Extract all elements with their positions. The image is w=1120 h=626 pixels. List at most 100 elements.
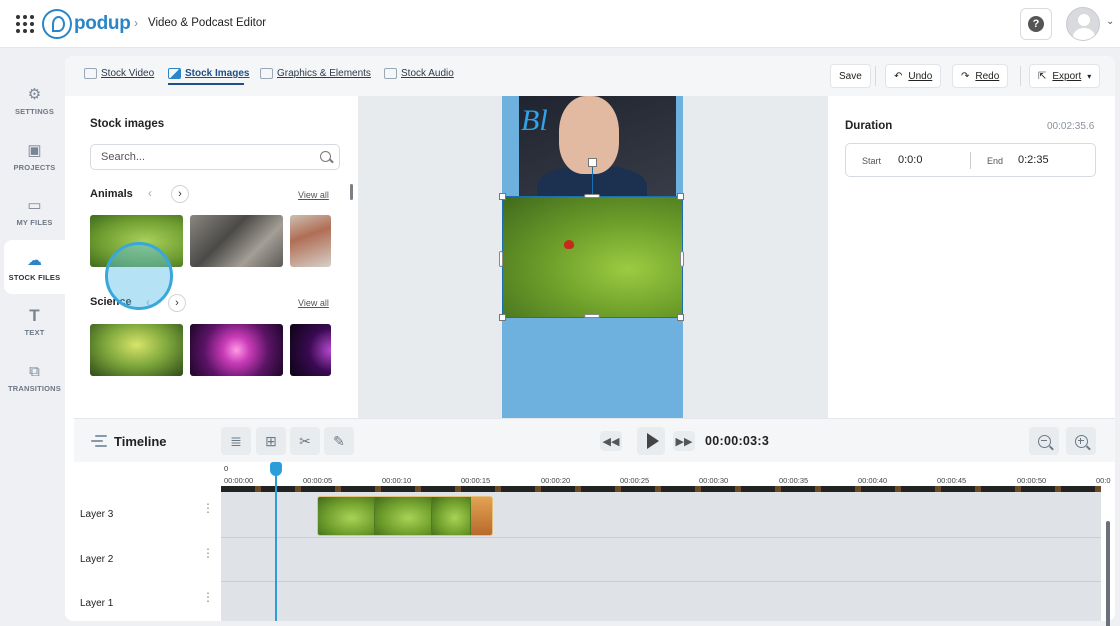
- account-menu[interactable]: ⌄: [1062, 4, 1120, 44]
- timeline-toolbar: Timeline ≣ ⊞ ✂ ✎ ◀◀ ▶▶ 00:00:03:3: [74, 418, 1115, 462]
- zoom-in-icon: [1074, 434, 1088, 448]
- redo-button[interactable]: ↷ Redo: [952, 64, 1009, 88]
- chevron-right-icon[interactable]: ›: [171, 185, 189, 203]
- ruler-tick-label: 00:00:15: [461, 476, 491, 485]
- layers-icon[interactable]: ≣: [221, 427, 251, 455]
- sidebar-item-stock-files[interactable]: ☁ STOCK FILES: [4, 240, 65, 294]
- undo-icon: ↶: [894, 70, 903, 82]
- split-icon[interactable]: ⊞: [256, 427, 286, 455]
- resize-handle-ne[interactable]: [677, 193, 684, 200]
- sidebar-item-my-files[interactable]: ▭ MY FILES: [4, 185, 65, 239]
- resize-handle-right[interactable]: [680, 251, 684, 267]
- undo-button[interactable]: ↶ Undo: [885, 64, 942, 88]
- timeline-scrollbar[interactable]: [1106, 521, 1110, 626]
- fast-forward-button[interactable]: ▶▶: [673, 431, 695, 451]
- animal-thumbnail[interactable]: [290, 215, 331, 267]
- help-button[interactable]: ?: [1020, 8, 1052, 40]
- rewind-button[interactable]: ◀◀: [600, 431, 622, 451]
- scissors-icon[interactable]: ✂: [290, 427, 320, 455]
- timeline-ruler[interactable]: 0 00:00:00 00:00:05 00:00:10 00:00:15 00…: [221, 462, 1115, 492]
- layer-row[interactable]: Layer 2 ⋮: [74, 537, 221, 581]
- tab-stock-video[interactable]: Stock Video: [84, 68, 154, 79]
- editor-workspace: Stock Video Stock Images Graphics & Elem…: [65, 56, 1115, 626]
- export-icon: ⇱: [1038, 70, 1047, 82]
- sidebar-item-transitions[interactable]: ⧉ TRANSITIONS: [4, 351, 65, 405]
- sidebar-item-projects[interactable]: ▣ PROJECTS: [4, 130, 65, 184]
- science-thumbnail[interactable]: [190, 324, 283, 376]
- end-time-field[interactable]: 0:2:35: [1018, 154, 1049, 166]
- podup-logo[interactable]: podup: [42, 9, 131, 39]
- resize-handle-sw[interactable]: [499, 314, 506, 321]
- chevron-down-icon: ⌄: [1106, 16, 1115, 27]
- layer-row[interactable]: Layer 1 ⋮: [74, 581, 221, 625]
- playhead-handle[interactable]: [270, 462, 282, 476]
- save-button[interactable]: Save: [830, 64, 871, 88]
- tab-label: Stock Video: [101, 68, 155, 79]
- panel-scrollbar[interactable]: [350, 184, 353, 200]
- ruler-tick-label: 00:00:50: [1017, 476, 1047, 485]
- resize-handle-se[interactable]: [677, 314, 684, 321]
- timeline-icon: [91, 435, 107, 447]
- text-icon: T: [29, 305, 40, 325]
- more-options-icon[interactable]: ⋮: [202, 502, 214, 514]
- duration-panel: Duration 00:02:35.6 Start 0:0:0 End 0:2:…: [828, 96, 1115, 418]
- more-options-icon[interactable]: ⋮: [202, 547, 214, 559]
- search-input[interactable]: [91, 145, 301, 169]
- category-title-animals: Animals: [90, 188, 133, 200]
- ruler-tick-label: 00:0: [1096, 476, 1111, 485]
- duration-title: Duration: [845, 120, 893, 132]
- end-label: End: [987, 156, 1004, 166]
- sidebar-item-text[interactable]: T TEXT: [4, 295, 65, 349]
- chevron-right-icon[interactable]: ›: [168, 294, 186, 312]
- click-indicator: [105, 242, 173, 310]
- top-bar: podup › Video & Podcast Editor ? ⌄: [0, 0, 1120, 48]
- resize-handle-nw[interactable]: [499, 193, 506, 200]
- view-all-science-link[interactable]: View all: [298, 298, 329, 308]
- rotate-handle-line: [592, 164, 593, 196]
- resize-handle-bottom[interactable]: [584, 314, 600, 318]
- sidebar-item-label: PROJECTS: [13, 162, 56, 172]
- more-options-icon[interactable]: ⋮: [202, 591, 214, 603]
- chevron-left-icon[interactable]: ‹: [148, 186, 152, 200]
- ladybug-graphic: [564, 240, 574, 249]
- layer-name: Layer 1: [80, 598, 114, 609]
- image-icon: [168, 68, 181, 79]
- save-label: Save: [839, 70, 862, 82]
- search-icon[interactable]: [320, 151, 331, 162]
- tab-graphics-elements[interactable]: Graphics & Elements: [260, 68, 371, 79]
- zoom-in-button[interactable]: [1066, 427, 1096, 455]
- range-divider: [970, 152, 971, 169]
- view-all-animals-link[interactable]: View all: [298, 190, 329, 200]
- timeline-clip[interactable]: [317, 496, 493, 536]
- rotate-handle[interactable]: [588, 158, 597, 167]
- edit-icon[interactable]: ✎: [324, 427, 354, 455]
- tab-stock-audio[interactable]: Stock Audio: [384, 68, 454, 79]
- clip-frame: [374, 497, 432, 535]
- timeline-tracks[interactable]: [221, 492, 1101, 621]
- left-sidebar: ⚙ SETTINGS ▣ PROJECTS ▭ MY FILES ☁ STOCK…: [0, 56, 65, 626]
- resize-handle-left[interactable]: [499, 251, 503, 267]
- help-icon: ?: [1028, 16, 1044, 32]
- start-time-field[interactable]: 0:0:0: [898, 154, 922, 166]
- ruler-tick-label: 00:00:25: [620, 476, 650, 485]
- play-button[interactable]: [637, 427, 665, 455]
- sidebar-item-settings[interactable]: ⚙ SETTINGS: [4, 74, 65, 128]
- science-thumbnail[interactable]: [90, 324, 183, 376]
- export-button[interactable]: ⇱ Export ▾: [1029, 64, 1101, 88]
- chevron-down-icon: ▾: [1087, 71, 1092, 81]
- animal-thumbnail[interactable]: [190, 215, 283, 267]
- my-files-icon: ▭: [27, 196, 42, 214]
- resize-handle-top[interactable]: [584, 194, 600, 198]
- tab-stock-images[interactable]: Stock Images: [168, 68, 249, 79]
- science-thumbnail[interactable]: [290, 324, 331, 376]
- sidebar-item-label: MY FILES: [16, 217, 53, 227]
- zoom-out-button[interactable]: [1029, 427, 1059, 455]
- apps-grid-icon[interactable]: [16, 15, 34, 33]
- layer-row[interactable]: Layer 3 ⋮: [74, 492, 221, 536]
- ruler-tick-label: 00:00:35: [779, 476, 809, 485]
- audio-icon: [384, 68, 397, 79]
- breadcrumb: Video & Podcast Editor: [148, 17, 267, 29]
- ruler-tick-label: 00:00:30: [699, 476, 729, 485]
- selected-image-layer[interactable]: [502, 196, 683, 318]
- start-label: Start: [862, 156, 882, 166]
